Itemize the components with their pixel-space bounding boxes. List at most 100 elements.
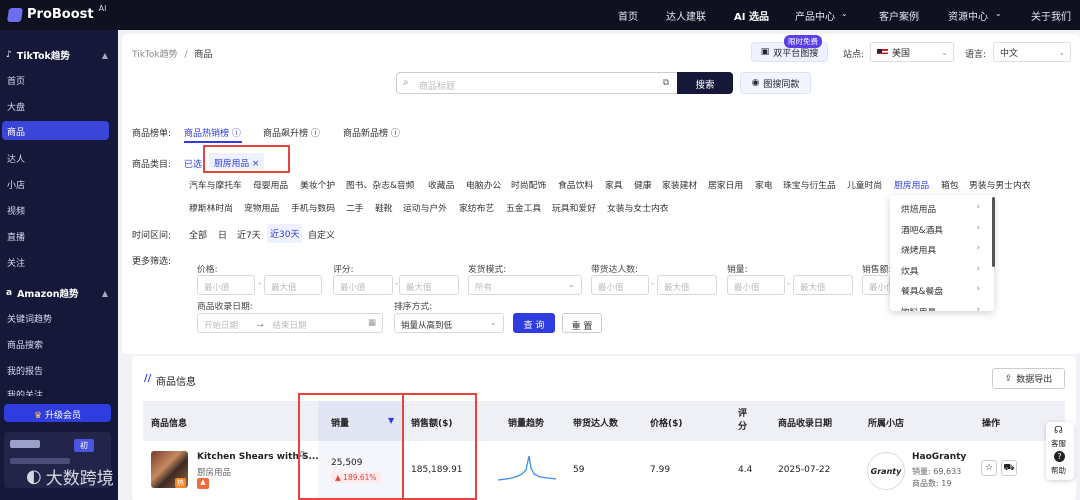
tab-hot-sales[interactable]: 商品热销榜 ⓘ bbox=[184, 126, 241, 139]
sidebar-item-products[interactable]: 商品 bbox=[2, 121, 109, 140]
tab-rising[interactable]: 商品飙升榜 ⓘ bbox=[263, 126, 320, 139]
language-select[interactable]: 中文 ⌄ bbox=[993, 42, 1071, 62]
sidebar-item-my-follow[interactable]: 我的关注 bbox=[7, 388, 43, 396]
time-option-all[interactable]: 全部 bbox=[189, 228, 207, 241]
sidebar-item-keyword-trend[interactable]: 关键词趋势 bbox=[7, 312, 52, 325]
image-search-same-button[interactable]: ◉ 图搜同款 bbox=[740, 72, 811, 94]
category-item[interactable]: 时尚配饰 bbox=[511, 178, 546, 191]
dropdown-scrollbar[interactable] bbox=[992, 197, 995, 267]
breadcrumb-parent[interactable]: TikTok趋势 bbox=[132, 50, 178, 60]
category-item[interactable]: 图书、杂志&音频 bbox=[346, 178, 414, 191]
time-option-30d[interactable]: 近30天 bbox=[267, 224, 303, 243]
shop-name[interactable]: HaoGranty bbox=[912, 452, 966, 462]
category-item[interactable]: 电脑办公 bbox=[466, 178, 501, 191]
sidebar-item-videos[interactable]: 视频 bbox=[7, 204, 25, 217]
sort-select[interactable]: 销量从高到低 ⌄ bbox=[394, 313, 504, 333]
help-icon[interactable]: ? bbox=[1054, 451, 1065, 462]
search-input[interactable]: ⌕ 商品标题 ⧉ bbox=[396, 72, 678, 94]
sidebar-item-live[interactable]: 直播 bbox=[7, 230, 25, 243]
service-label[interactable]: 客服 bbox=[1051, 438, 1066, 449]
price-min-input[interactable]: 最小值 bbox=[197, 275, 255, 295]
category-item[interactable]: 宠物用品 bbox=[244, 201, 279, 214]
category-item[interactable]: 家装建材 bbox=[662, 178, 697, 191]
price-max-input[interactable]: 最大值 bbox=[264, 275, 322, 295]
sidebar-item-shops[interactable]: 小店 bbox=[7, 178, 25, 191]
dropdown-item[interactable]: 烧烤用具 bbox=[901, 243, 936, 256]
category-item[interactable]: 居家日用 bbox=[708, 178, 743, 191]
dropdown-item[interactable]: 炊具 bbox=[901, 264, 919, 277]
sidebar-group-tiktok[interactable]: ♪ TikTok趋势 ▲ bbox=[0, 48, 118, 62]
sales-min-input[interactable]: 最小值 bbox=[727, 275, 785, 295]
category-item[interactable]: 收藏品 bbox=[428, 178, 454, 191]
dropdown-item[interactable]: 酒吧&酒具 bbox=[901, 223, 943, 236]
dropdown-item[interactable]: 饮料用具 bbox=[901, 305, 936, 312]
sidebar-item-follow[interactable]: 关注 bbox=[7, 256, 25, 269]
category-item[interactable]: 母婴用品 bbox=[253, 178, 288, 191]
category-item[interactable]: 五金工具 bbox=[506, 201, 541, 214]
nav-home[interactable]: 首页 bbox=[618, 8, 638, 23]
date-range-input[interactable]: 开始日期 → 结束日期 ▦ bbox=[197, 313, 383, 333]
query-button[interactable]: 查 询 bbox=[513, 313, 555, 333]
col-rating[interactable]: 评分 bbox=[738, 408, 748, 434]
dropdown-item[interactable]: 烘焙用品 bbox=[901, 202, 936, 215]
dropdown-item[interactable]: 餐具&餐盘 bbox=[901, 284, 943, 297]
category-item[interactable]: 玩具和爱好 bbox=[552, 201, 596, 214]
col-date[interactable]: 商品收录日期 bbox=[778, 416, 832, 429]
search-button[interactable]: 搜索 bbox=[677, 72, 733, 94]
category-item[interactable]: 手机与数码 bbox=[291, 201, 335, 214]
category-item[interactable]: 鞋靴 bbox=[375, 201, 393, 214]
sales-max-input[interactable]: 最大值 bbox=[793, 275, 853, 295]
creators-max-input[interactable]: 最大值 bbox=[657, 275, 717, 295]
category-item[interactable]: 二手 bbox=[346, 201, 364, 214]
category-item[interactable]: 家纺布艺 bbox=[459, 201, 494, 214]
brand-logo[interactable]: ProBoost AI bbox=[7, 4, 106, 22]
product-thumbnail[interactable]: 热 bbox=[151, 451, 188, 488]
category-item[interactable]: 家具 bbox=[605, 178, 623, 191]
nav-about[interactable]: 关于我们 bbox=[1031, 8, 1071, 23]
nav-ai-selection[interactable]: AI 选品 bbox=[734, 8, 769, 23]
upgrade-vip-button[interactable]: ♛ 升级会员 bbox=[4, 404, 111, 422]
sidebar-item-market[interactable]: 大盘 bbox=[7, 100, 25, 113]
nav-cases[interactable]: 客户案例 bbox=[879, 8, 919, 23]
col-price[interactable]: 价格($) bbox=[650, 416, 683, 429]
category-item[interactable]: 穆斯林时尚 bbox=[189, 201, 233, 214]
col-creators[interactable]: 带货达人数 bbox=[573, 416, 618, 429]
category-item[interactable]: 汽车与摩托车 bbox=[189, 178, 242, 191]
category-item[interactable]: 珠宝与衍生品 bbox=[783, 178, 836, 191]
category-item[interactable]: 运动与户外 bbox=[403, 201, 447, 214]
nav-creator-outreach[interactable]: 达人建联 bbox=[666, 8, 706, 23]
sidebar-item-home[interactable]: 首页 bbox=[7, 74, 25, 87]
nav-resources[interactable]: 资源中心 bbox=[948, 8, 988, 23]
reset-button[interactable]: 重 置 bbox=[562, 313, 602, 333]
tab-new[interactable]: 商品新品榜 ⓘ bbox=[343, 126, 400, 139]
site-select[interactable]: 美国 ⌄ bbox=[870, 42, 954, 62]
category-item[interactable]: 健康 bbox=[634, 178, 652, 191]
help-label[interactable]: 帮助 bbox=[1051, 465, 1066, 476]
category-item[interactable]: 箱包 bbox=[941, 178, 959, 191]
time-option-custom[interactable]: 自定义 bbox=[308, 228, 335, 241]
cart-icon[interactable]: ⛟ bbox=[1001, 460, 1017, 476]
sidebar-item-product-search[interactable]: 商品搜索 bbox=[7, 338, 43, 351]
export-button[interactable]: ⇪ 数据导出 bbox=[992, 368, 1065, 389]
category-item[interactable]: 美妆个护 bbox=[300, 178, 335, 191]
nav-product-center[interactable]: 产品中心 bbox=[795, 8, 835, 23]
shop-logo[interactable]: Granty bbox=[867, 452, 905, 490]
category-item[interactable]: 家电 bbox=[755, 178, 773, 191]
revenue-min-input[interactable]: 最小值 bbox=[862, 275, 890, 295]
category-item[interactable]: 食品饮料 bbox=[558, 178, 593, 191]
category-item[interactable]: 男装与男士内衣 bbox=[969, 178, 1031, 191]
rating-max-input[interactable]: 最大值 bbox=[399, 275, 459, 295]
sidebar-item-creators[interactable]: 达人 bbox=[7, 152, 25, 165]
category-item[interactable]: 儿童时尚 bbox=[847, 178, 882, 191]
ship-mode-select[interactable]: 所有 ⌄ bbox=[468, 275, 582, 295]
creators-min-input[interactable]: 最小值 bbox=[591, 275, 649, 295]
category-item[interactable]: 厨房用品 bbox=[894, 178, 929, 191]
rating-min-input[interactable]: 最小值 bbox=[333, 275, 393, 295]
favorite-star-icon[interactable]: ☆ bbox=[981, 460, 997, 476]
sidebar-group-amazon[interactable]: a Amazon趋势 ▲ bbox=[0, 286, 118, 300]
time-option-day[interactable]: 日 bbox=[218, 228, 227, 241]
time-option-7d[interactable]: 近7天 bbox=[237, 228, 261, 241]
headset-icon[interactable]: ☊ bbox=[1054, 425, 1063, 436]
category-item[interactable]: 女装与女士内衣 bbox=[607, 201, 669, 214]
camera-search-icon[interactable]: ⧉ bbox=[663, 78, 669, 88]
